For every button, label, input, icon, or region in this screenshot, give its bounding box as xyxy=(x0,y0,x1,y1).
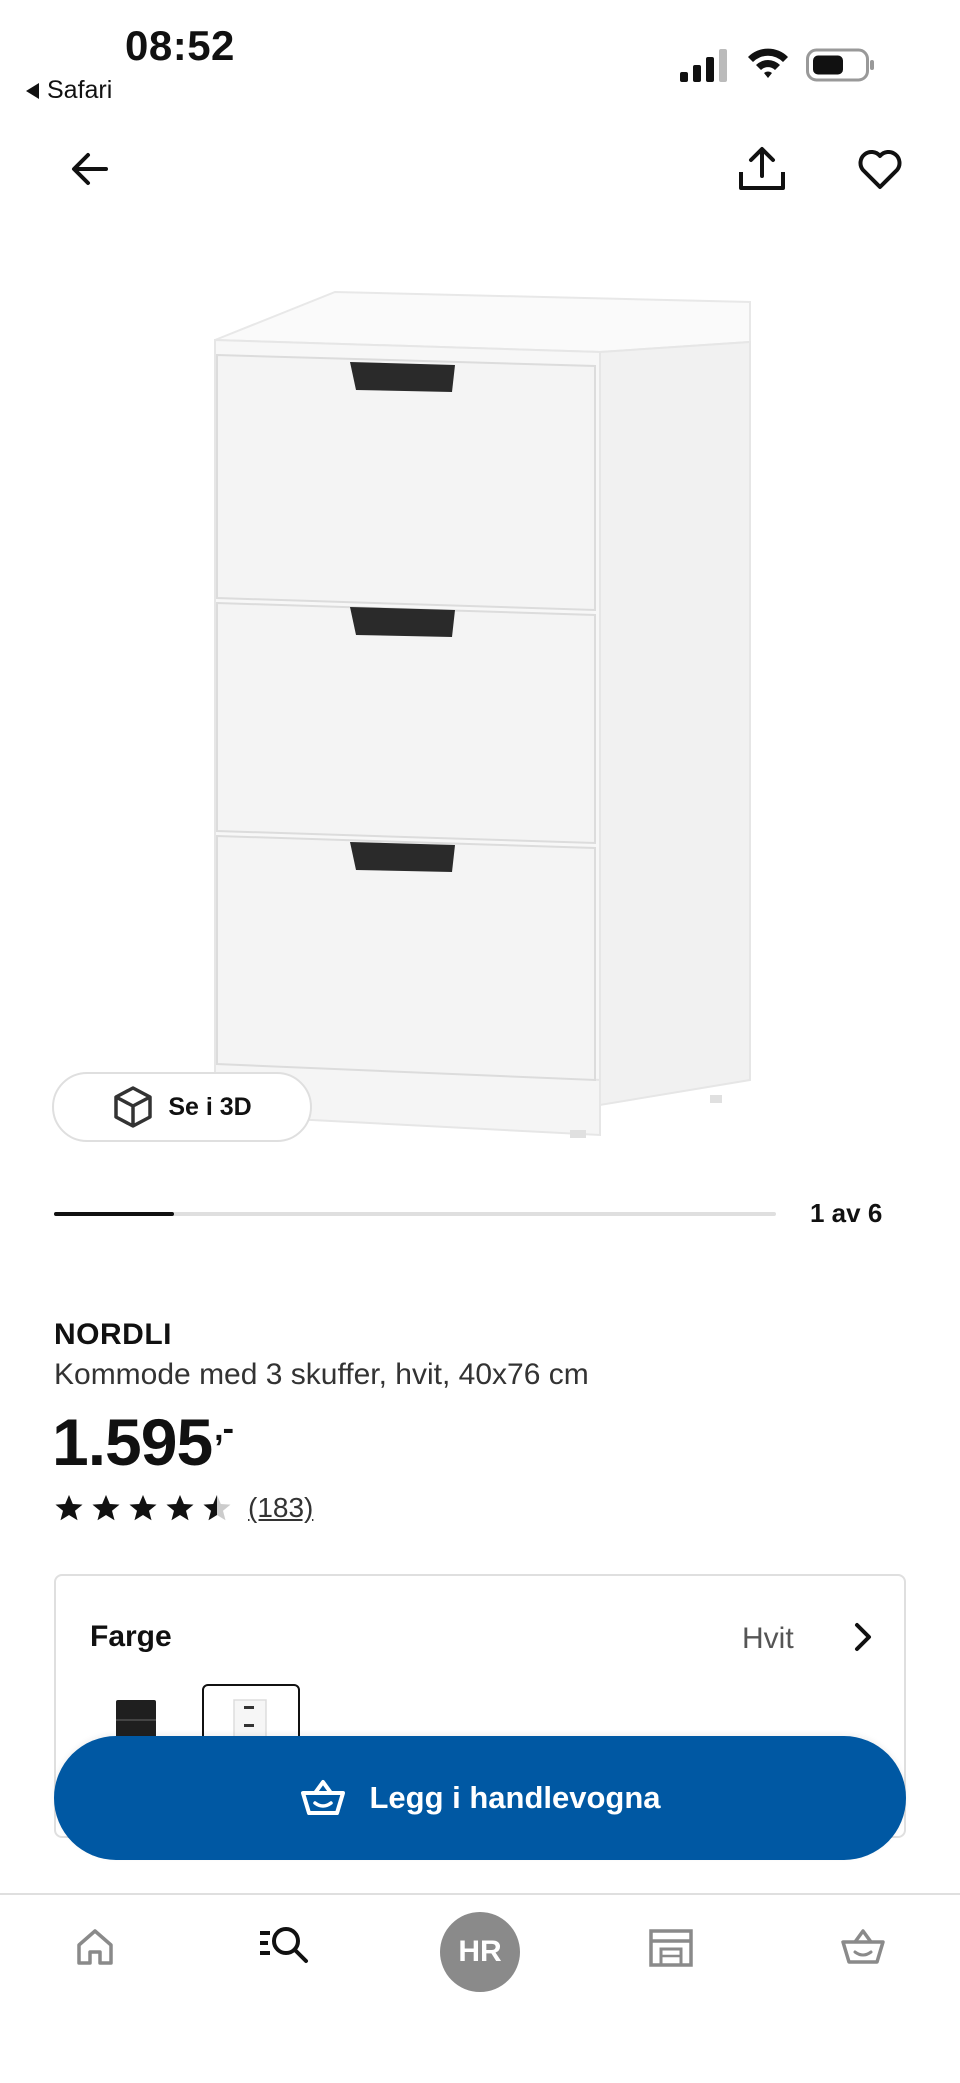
tab-cart[interactable] xyxy=(828,1912,898,1982)
rating-stars xyxy=(54,1493,232,1523)
cube-icon xyxy=(114,1086,153,1128)
tab-home[interactable] xyxy=(60,1912,130,1982)
back-triangle-icon xyxy=(26,82,39,99)
gallery-counter: 1 av 6 xyxy=(810,1198,883,1228)
favourite-button[interactable] xyxy=(848,137,912,201)
add-to-cart-label: Legg i handlevogna xyxy=(369,1780,661,1815)
heart-icon xyxy=(858,150,902,189)
product-price: 1.595 ,- xyxy=(52,1404,234,1480)
share-button[interactable] xyxy=(730,137,794,201)
tab-profile-avatar[interactable]: HR xyxy=(440,1912,520,1992)
star-icon xyxy=(55,1495,83,1521)
share-icon xyxy=(739,147,785,190)
status-time: 08:52 xyxy=(125,22,235,69)
star-icon xyxy=(129,1495,157,1521)
product-description: Kommode med 3 skuffer, hvit, 40x76 cm xyxy=(54,1358,589,1391)
star-icon xyxy=(92,1495,120,1521)
wifi-icon xyxy=(748,48,788,78)
gallery-progress-fill xyxy=(54,1212,174,1216)
arrow-left-icon xyxy=(72,153,108,185)
basket-icon xyxy=(841,1929,885,1964)
add-to-cart-button[interactable]: Legg i handlevogna xyxy=(54,1736,906,1860)
home-icon xyxy=(77,1929,113,1965)
price-value: 1.595 xyxy=(52,1405,213,1479)
product-rating[interactable]: (183) xyxy=(54,1492,313,1524)
cellular-signal-icon xyxy=(680,49,727,82)
back-app-label: Safari xyxy=(47,76,113,104)
gallery-progress-bar xyxy=(54,1212,776,1216)
search-icon xyxy=(260,1927,308,1963)
back-button[interactable] xyxy=(58,137,122,201)
rating-count[interactable]: (183) xyxy=(248,1492,313,1524)
price-suffix: ,- xyxy=(214,1410,234,1448)
color-label: Farge xyxy=(90,1620,172,1653)
tab-stores[interactable] xyxy=(636,1912,706,1982)
tab-search[interactable] xyxy=(250,1910,320,1980)
color-value: Hvit xyxy=(742,1622,794,1655)
view-3d-label: Se i 3D xyxy=(168,1092,252,1121)
basket-icon xyxy=(301,1780,346,1815)
back-to-app[interactable]: Safari xyxy=(26,76,112,105)
product-image[interactable] xyxy=(190,280,770,1150)
battery-icon xyxy=(806,48,874,82)
star-icon xyxy=(203,1495,231,1521)
star-icon xyxy=(166,1495,194,1521)
product-brand: NORDLI xyxy=(54,1318,172,1351)
stores-icon xyxy=(649,1929,693,1967)
chevron-right-icon[interactable] xyxy=(846,1620,880,1654)
view-3d-button[interactable]: Se i 3D xyxy=(52,1072,312,1142)
